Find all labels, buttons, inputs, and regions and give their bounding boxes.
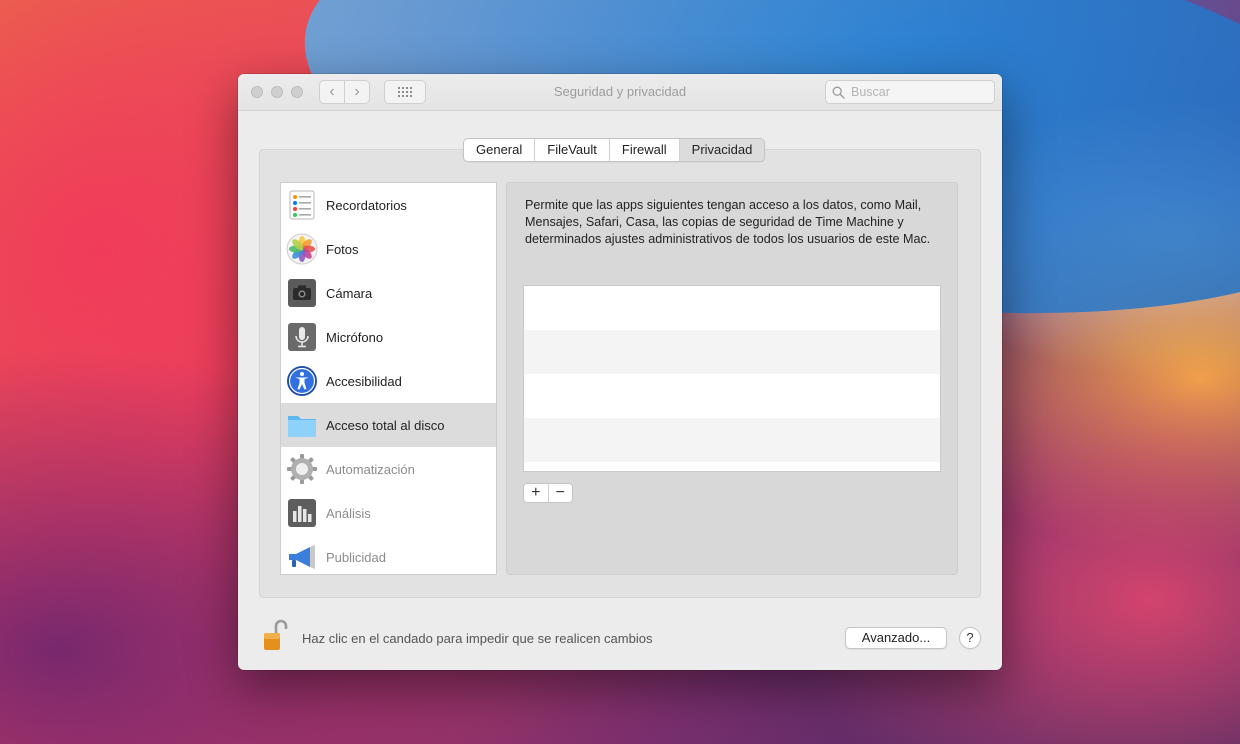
sidebar-item-automation[interactable]: Automatización	[281, 447, 496, 491]
sidebar-item-advertising[interactable]: Publicidad	[281, 535, 496, 574]
tab-general[interactable]: General	[464, 139, 536, 161]
full-disk-access-pane: Permite que las apps siguientes tengan a…	[506, 182, 958, 575]
app-list[interactable]	[523, 285, 941, 472]
tab-bar: General FileVault Firewall Privacidad	[463, 138, 766, 162]
sidebar-item-full-disk-access[interactable]: Acceso total al disco	[281, 403, 496, 447]
add-remove-control: + −	[523, 483, 573, 503]
accessibility-icon	[286, 365, 318, 397]
sidebar-item-label: Acceso total al disco	[326, 417, 445, 433]
tab-firewall[interactable]: Firewall	[610, 139, 680, 161]
list-row	[524, 286, 940, 330]
sidebar-item-photos[interactable]: Fotos	[281, 227, 496, 271]
sidebar-item-label: Recordatorios	[326, 197, 407, 213]
reminders-icon	[286, 189, 318, 221]
camera-icon	[286, 277, 318, 309]
sidebar-item-accessibility[interactable]: Accesibilidad	[281, 359, 496, 403]
tab-filevault[interactable]: FileVault	[535, 139, 610, 161]
title-bar: ‹ › Seguridad y privacidad	[238, 74, 1002, 111]
security-privacy-window: ‹ › Seguridad y privacidad General	[238, 74, 1002, 670]
search-input[interactable]	[849, 84, 993, 100]
sidebar-item-camera[interactable]: Cámara	[281, 271, 496, 315]
list-row	[524, 374, 940, 418]
lock-status-text: Haz clic en el candado para impedir que …	[302, 631, 653, 646]
add-app-button[interactable]: +	[524, 484, 549, 502]
sidebar-item-analytics[interactable]: Análisis	[281, 491, 496, 535]
list-row	[524, 418, 940, 462]
search-icon	[832, 86, 845, 99]
microphone-icon	[286, 321, 318, 353]
unlocked-padlock-icon	[264, 619, 288, 650]
sidebar-item-label: Análisis	[326, 505, 371, 521]
tab-privacy[interactable]: Privacidad	[679, 139, 765, 161]
sidebar-item-label: Accesibilidad	[326, 373, 402, 389]
sidebar-item-label: Publicidad	[326, 549, 386, 565]
sidebar-item-microphone[interactable]: Micrófono	[281, 315, 496, 359]
folder-icon	[286, 409, 318, 441]
sidebar-item-label: Fotos	[326, 241, 359, 257]
lock-button[interactable]	[262, 618, 288, 652]
sidebar-item-label: Micrófono	[326, 329, 384, 345]
list-row	[524, 462, 940, 471]
advanced-button[interactable]: Avanzado...	[845, 627, 947, 649]
gear-icon	[286, 453, 318, 485]
megaphone-icon	[286, 541, 318, 573]
remove-app-button[interactable]: −	[549, 484, 573, 502]
pane-description: Permite que las apps siguientes tengan a…	[525, 198, 931, 246]
list-row	[524, 330, 940, 374]
privacy-category-list: Recordatorios Fotos Cámara Micrófono Acc…	[280, 182, 497, 575]
sidebar-item-reminders[interactable]: Recordatorios	[281, 183, 496, 227]
analytics-icon	[286, 497, 318, 529]
sidebar-item-label: Automatización	[326, 461, 415, 477]
photos-icon	[286, 233, 318, 265]
sidebar-item-label: Cámara	[326, 285, 373, 301]
search-field[interactable]	[825, 80, 995, 104]
help-button[interactable]: ?	[959, 627, 981, 649]
